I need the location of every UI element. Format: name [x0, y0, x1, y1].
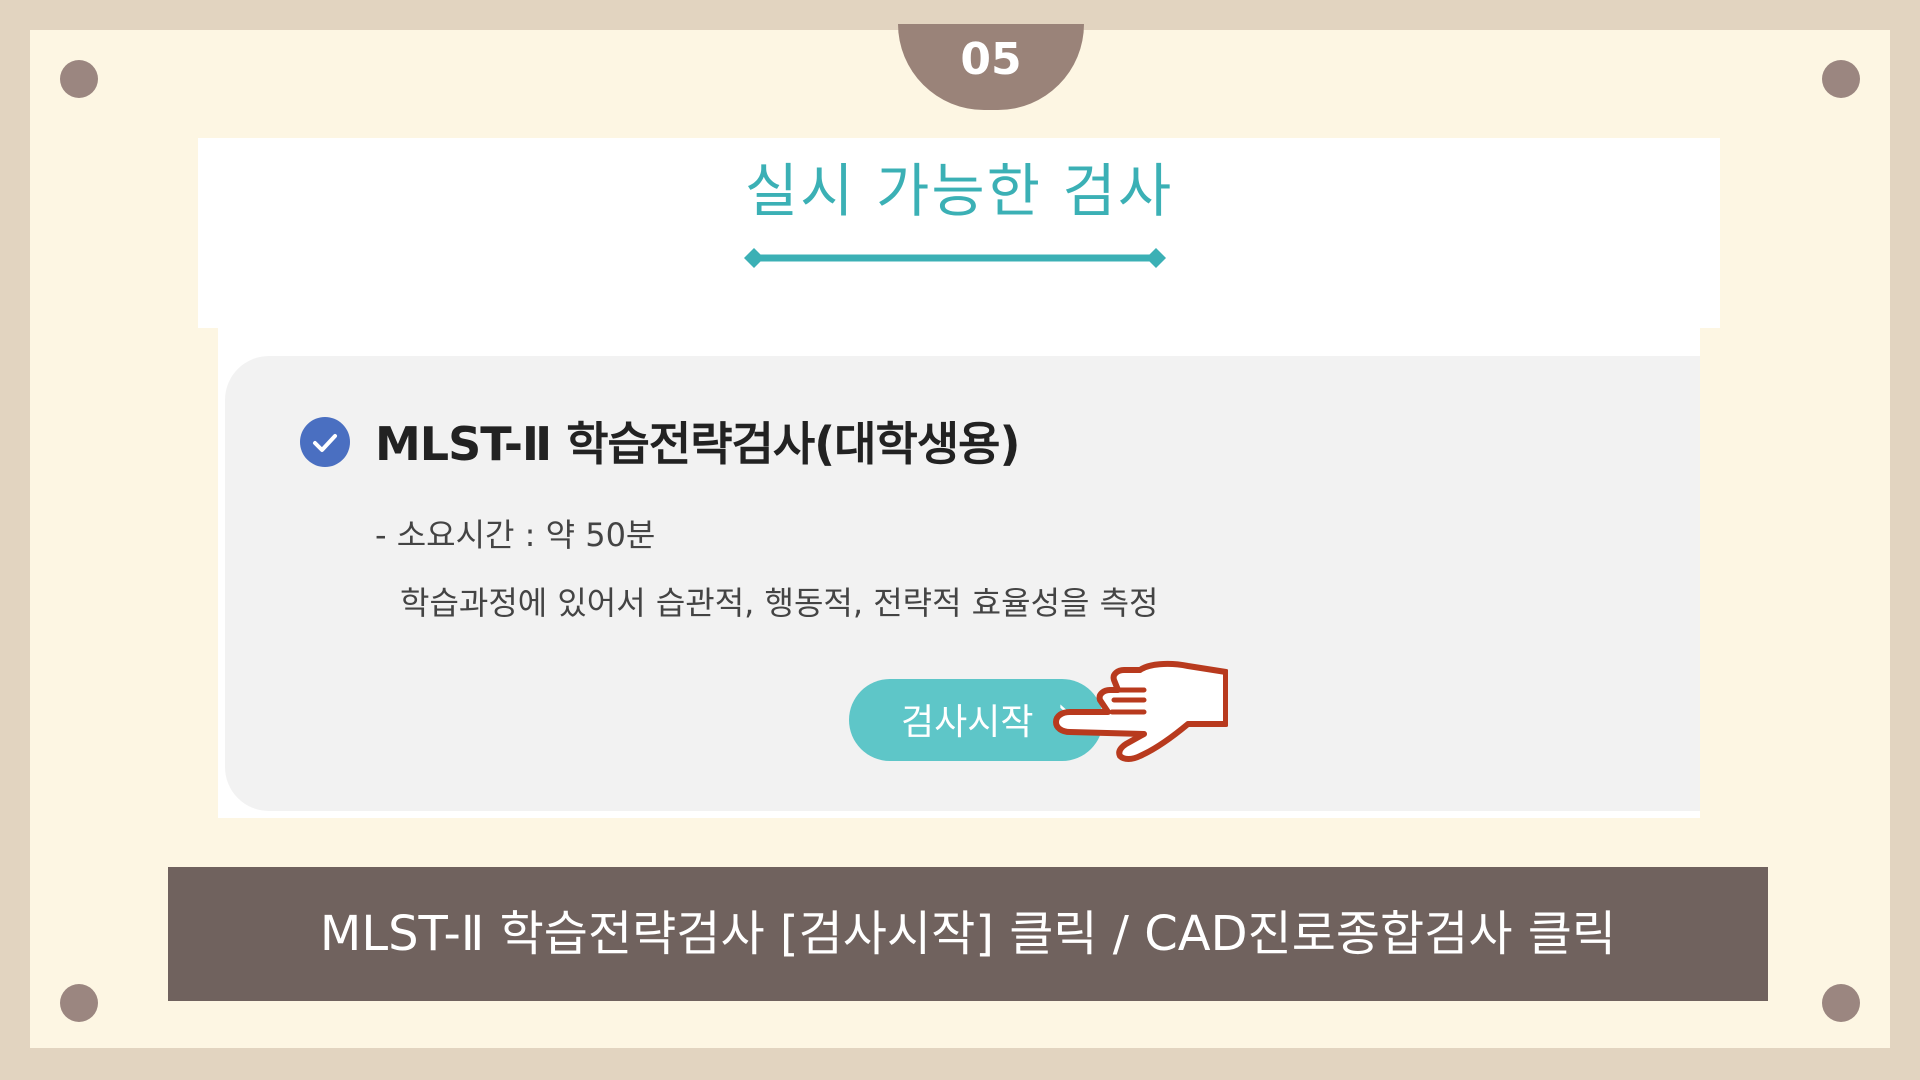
step-number-badge: 05 — [898, 24, 1084, 110]
screenshot-header: 실시 가능한 검사 — [198, 138, 1720, 328]
start-test-label: 검사시작 — [901, 702, 1034, 743]
instruction-caption: MLST-Ⅱ 학습전략검사 [검사시작] 클릭 / CAD진로종합검사 클릭 — [319, 906, 1617, 962]
available-tests-title: 실시 가능한 검사 — [744, 157, 1174, 225]
test-description: 학습과정에 있어서 습관적, 행동적, 전략적 효율성을 측정 — [400, 584, 1159, 622]
diamond-line-icon — [744, 248, 1166, 268]
pin-bottom-left — [60, 984, 98, 1022]
screenshot-panel: 실시 가능한 검사 MLST-Ⅱ 학습전략검사(대학생용) - 소요시간 : 약… — [198, 138, 1720, 818]
test-name: MLST-Ⅱ 학습전략검사(대학생용) — [375, 417, 1020, 471]
pin-bottom-right — [1822, 984, 1860, 1022]
pointing-hand-icon — [1053, 660, 1228, 762]
test-list: MLST-Ⅱ 학습전략검사(대학생용) - 소요시간 : 약 50분 학습과정에… — [218, 328, 1700, 818]
test-duration: - 소요시간 : 약 50분 — [375, 516, 656, 554]
pin-top-left — [60, 60, 98, 98]
check-circle-icon — [300, 417, 350, 467]
test-card: MLST-Ⅱ 학습전략검사(대학생용) - 소요시간 : 약 50분 학습과정에… — [225, 356, 1700, 811]
pin-top-right — [1822, 60, 1860, 98]
caption-bar: MLST-Ⅱ 학습전략검사 [검사시작] 클릭 / CAD진로종합검사 클릭 — [168, 867, 1768, 1001]
